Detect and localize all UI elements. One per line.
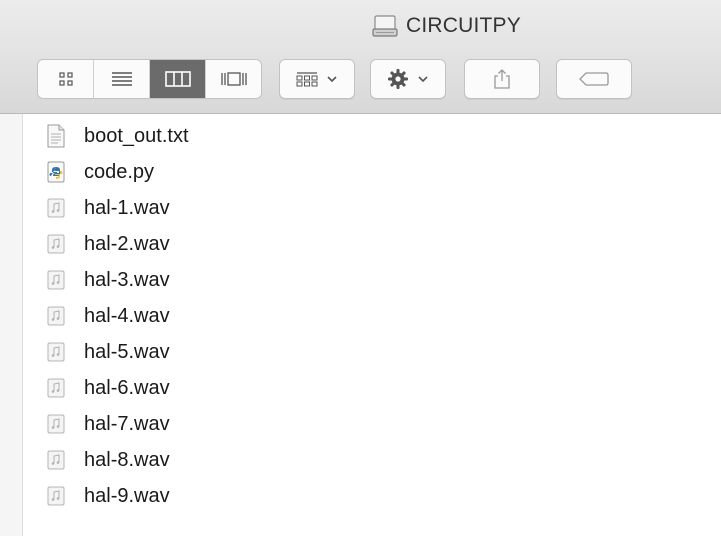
chevron-down-icon — [327, 76, 337, 83]
action-button[interactable] — [370, 59, 446, 99]
audio-file-icon — [44, 303, 68, 329]
icon-view-button[interactable] — [38, 60, 94, 98]
grid-icon — [58, 72, 73, 86]
audio-file-icon — [44, 375, 68, 401]
file-row[interactable]: hal-2.wav — [22, 226, 721, 262]
file-row[interactable]: hal-8.wav — [22, 442, 721, 478]
cover-flow-view-button[interactable] — [206, 60, 261, 98]
audio-file-icon — [44, 339, 68, 365]
chevron-down-icon — [418, 76, 428, 83]
audio-file-icon — [44, 447, 68, 473]
tag-button[interactable] — [556, 59, 632, 99]
arrange-icon — [296, 72, 318, 87]
file-name: code.py — [84, 160, 155, 183]
file-list: boot_out.txt code.py hal-1.wav hal-2.wav… — [22, 118, 721, 514]
cover-flow-icon — [220, 72, 247, 86]
file-name: hal-5.wav — [84, 340, 170, 363]
file-row[interactable]: hal-5.wav — [22, 334, 721, 370]
file-row[interactable]: hal-9.wav — [22, 478, 721, 514]
file-name: hal-7.wav — [84, 412, 170, 435]
file-name: hal-6.wav — [84, 376, 170, 399]
file-row[interactable]: boot_out.txt — [22, 118, 721, 154]
window-title: CIRCUITPY — [372, 14, 521, 38]
file-row[interactable]: hal-4.wav — [22, 298, 721, 334]
finder-window: CIRCUITPY boot_out.txt code.py hal-1.wav… — [0, 0, 721, 536]
file-name: hal-3.wav — [84, 268, 170, 291]
share-icon — [494, 69, 510, 89]
file-row[interactable]: hal-6.wav — [22, 370, 721, 406]
file-name: hal-9.wav — [84, 484, 170, 507]
file-name: hal-4.wav — [84, 304, 170, 327]
window-title-text: CIRCUITPY — [406, 14, 521, 37]
audio-file-icon — [44, 267, 68, 293]
file-name: hal-8.wav — [84, 448, 170, 471]
toolbar: CIRCUITPY — [0, 0, 721, 114]
python-file-icon — [44, 159, 68, 185]
audio-file-icon — [44, 411, 68, 437]
sidebar-edge — [0, 114, 23, 536]
file-row[interactable]: code.py — [22, 154, 721, 190]
audio-file-icon — [44, 231, 68, 257]
tag-icon — [579, 72, 609, 86]
text-file-icon — [44, 123, 68, 149]
file-row[interactable]: hal-1.wav — [22, 190, 721, 226]
view-mode-group — [37, 59, 262, 99]
list-view-button[interactable] — [94, 60, 150, 98]
file-name: hal-2.wav — [84, 232, 170, 255]
file-row[interactable]: hal-3.wav — [22, 262, 721, 298]
drive-icon — [372, 15, 398, 37]
file-row[interactable]: hal-7.wav — [22, 406, 721, 442]
audio-file-icon — [44, 483, 68, 509]
arrange-button[interactable] — [279, 59, 355, 99]
list-icon — [111, 72, 132, 86]
columns-icon — [164, 71, 191, 87]
column-view-button[interactable] — [150, 60, 206, 98]
audio-file-icon — [44, 195, 68, 221]
share-button[interactable] — [464, 59, 540, 99]
file-name: boot_out.txt — [84, 124, 189, 147]
gear-icon — [388, 69, 408, 89]
file-name: hal-1.wav — [84, 196, 170, 219]
